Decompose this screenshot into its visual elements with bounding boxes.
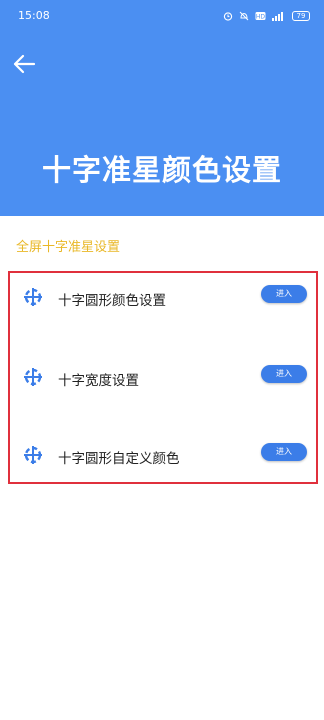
- crosshair-icon: [24, 368, 42, 386]
- enter-button[interactable]: 进入: [261, 365, 307, 383]
- status-icons: HD 79: [223, 8, 310, 24]
- signal-icon: [272, 12, 283, 21]
- page-title: 十字准星颜色设置: [41, 153, 282, 187]
- item-label: 十字圆形自定义颜色: [58, 451, 180, 467]
- list-item-custom-color[interactable]: 十字圆形自定义颜色 进入: [10, 436, 316, 476]
- section-title: 全屏十字准星设置: [16, 240, 121, 255]
- mute-icon: [239, 11, 249, 21]
- header: 15:08 HD 79 十字准星颜色设置: [0, 0, 324, 216]
- svg-text:HD: HD: [256, 14, 266, 21]
- back-button[interactable]: [10, 50, 38, 78]
- status-bar: 15:08 HD 79: [0, 0, 324, 32]
- crosshair-icon: [24, 446, 42, 464]
- alarm-icon: [223, 12, 233, 21]
- status-time: 15:08: [18, 9, 50, 22]
- enter-button[interactable]: 进入: [261, 285, 307, 303]
- item-label: 十字圆形颜色设置: [58, 293, 166, 309]
- enter-button[interactable]: 进入: [261, 443, 307, 461]
- hd-icon: HD: [255, 12, 266, 21]
- item-label: 十字宽度设置: [58, 373, 139, 389]
- list-item-circle-color[interactable]: 十字圆形颜色设置 进入: [10, 278, 316, 318]
- content: 全屏十字准星设置 十字圆形颜色设置 进入 十字宽度设置 进入 十字圆形自定义颜色…: [0, 216, 324, 720]
- list-item-width[interactable]: 十字宽度设置 进入: [10, 358, 316, 398]
- crosshair-icon: [24, 288, 42, 306]
- battery-icon: 79: [292, 11, 310, 21]
- back-arrow-icon: [13, 54, 36, 74]
